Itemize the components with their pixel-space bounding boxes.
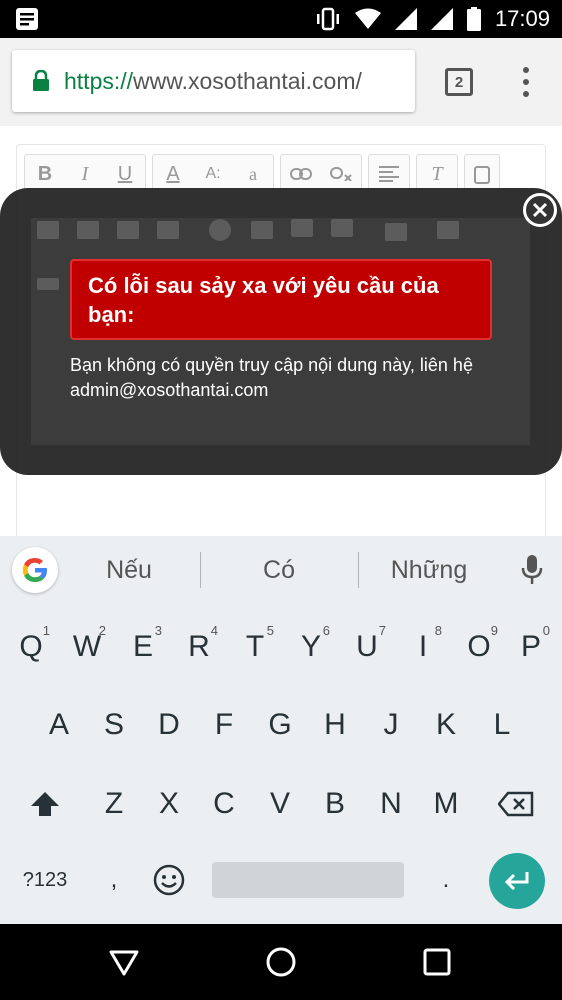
key-label: T	[245, 630, 265, 663]
key-label: R	[188, 630, 210, 663]
key-i[interactable]: I8	[395, 609, 451, 685]
battery-icon	[466, 7, 481, 31]
key-m[interactable]: M	[418, 766, 474, 842]
backspace-icon	[498, 791, 534, 817]
key-r[interactable]: R4	[171, 609, 227, 685]
close-icon	[532, 202, 548, 218]
url-bar[interactable]: https://www.xosothantai.com/	[12, 50, 415, 112]
key-u[interactable]: U7	[339, 609, 395, 685]
wifi-icon	[354, 8, 381, 29]
url-scheme: https://	[64, 67, 134, 94]
keyboard-suggestion-strip: Nếu Có Những	[0, 536, 562, 604]
error-title: Có lỗi sau sảy xa với yêu cầu của bạn:	[70, 259, 492, 340]
key-hint: 7	[378, 623, 386, 638]
key-z[interactable]: Z	[86, 766, 142, 842]
key-t[interactable]: T5	[227, 609, 283, 685]
key-label: U	[356, 630, 378, 663]
error-modal: Có lỗi sau sảy xa với yêu cầu của bạn: B…	[0, 188, 562, 475]
enter-icon	[504, 872, 529, 891]
key-v[interactable]: V	[252, 766, 308, 842]
key-h[interactable]: H	[307, 687, 363, 763]
key-f[interactable]: F	[196, 687, 252, 763]
key-hint: 9	[490, 623, 498, 638]
suggestion-divider	[200, 552, 201, 588]
key-j[interactable]: J	[363, 687, 419, 763]
shift-icon	[31, 792, 59, 816]
signal-icon	[394, 8, 417, 30]
status-bar: 17:09	[0, 0, 562, 38]
key-hint: 1	[42, 623, 50, 638]
vibrate-icon	[316, 7, 339, 31]
url-host: www.xosothantai.com/	[133, 67, 362, 94]
key-hint: 5	[266, 623, 274, 638]
key-hint: 0	[542, 623, 550, 638]
key-hint: 3	[154, 623, 162, 638]
key-p[interactable]: P0	[503, 609, 559, 685]
key-x[interactable]: X	[141, 766, 197, 842]
key-label: Y	[300, 630, 321, 663]
key-d[interactable]: D	[141, 687, 197, 763]
browser-toolbar: https://www.xosothantai.com/ 2	[0, 38, 562, 126]
key-hint: 6	[322, 623, 330, 638]
key-hint: 8	[434, 623, 442, 638]
suggestion-1[interactable]: Nếu	[60, 536, 198, 604]
system-nav-bar	[0, 924, 562, 1000]
suggestion-2[interactable]: Có	[202, 536, 356, 604]
space-key[interactable]	[212, 862, 404, 898]
key-label: Q	[19, 630, 43, 663]
key-w[interactable]: W2	[59, 609, 115, 685]
key-label: O	[467, 630, 491, 663]
error-message: Bạn không có quyền truy cập nội dung này…	[70, 355, 473, 400]
close-modal-button[interactable]	[523, 193, 557, 227]
shift-key[interactable]	[17, 766, 73, 842]
key-label: E	[132, 630, 153, 663]
suggestion-divider	[358, 552, 359, 588]
keyboard: Q1 W2 E3 R4 T5 Y6 U7 I8 O9 P0 A S D F G …	[0, 604, 562, 924]
key-e[interactable]: E3	[115, 609, 171, 685]
suggestion-3[interactable]: Những	[360, 536, 498, 604]
recents-icon[interactable]	[421, 946, 453, 978]
key-hint: 4	[210, 623, 218, 638]
url-text: https://www.xosothantai.com/	[64, 68, 362, 95]
key-label: W	[72, 630, 102, 663]
key-b[interactable]: B	[307, 766, 363, 842]
period-key[interactable]: .	[418, 842, 474, 918]
key-g[interactable]: G	[252, 687, 308, 763]
comma-key[interactable]: ,	[86, 842, 142, 918]
key-a[interactable]: A	[31, 687, 87, 763]
key-s[interactable]: S	[86, 687, 142, 763]
enter-key[interactable]	[489, 853, 545, 909]
key-q[interactable]: Q1	[3, 609, 59, 685]
overflow-menu-icon[interactable]	[520, 67, 532, 97]
microphone-icon[interactable]	[520, 554, 544, 586]
google-icon[interactable]	[12, 547, 58, 593]
notification-icon	[16, 8, 38, 30]
key-y[interactable]: Y6	[283, 609, 339, 685]
key-o[interactable]: O9	[451, 609, 507, 685]
key-n[interactable]: N	[363, 766, 419, 842]
emoji-key[interactable]	[141, 842, 197, 918]
key-label: I	[418, 630, 428, 663]
backspace-key[interactable]	[488, 766, 544, 842]
emoji-icon	[153, 864, 185, 896]
clock: 17:09	[494, 6, 550, 31]
key-hint: 2	[98, 623, 106, 638]
clear-format-label: T	[431, 162, 443, 185]
symbols-key[interactable]: ?123	[14, 862, 76, 898]
signal-icon-2	[430, 8, 453, 30]
home-icon[interactable]	[265, 946, 297, 978]
key-k[interactable]: K	[418, 687, 474, 763]
key-label: P	[520, 630, 541, 663]
key-l[interactable]: L	[474, 687, 530, 763]
key-c[interactable]: C	[196, 766, 252, 842]
tab-switcher-button[interactable]: 2	[445, 68, 473, 96]
back-icon[interactable]	[108, 946, 140, 978]
lock-icon	[33, 70, 49, 91]
